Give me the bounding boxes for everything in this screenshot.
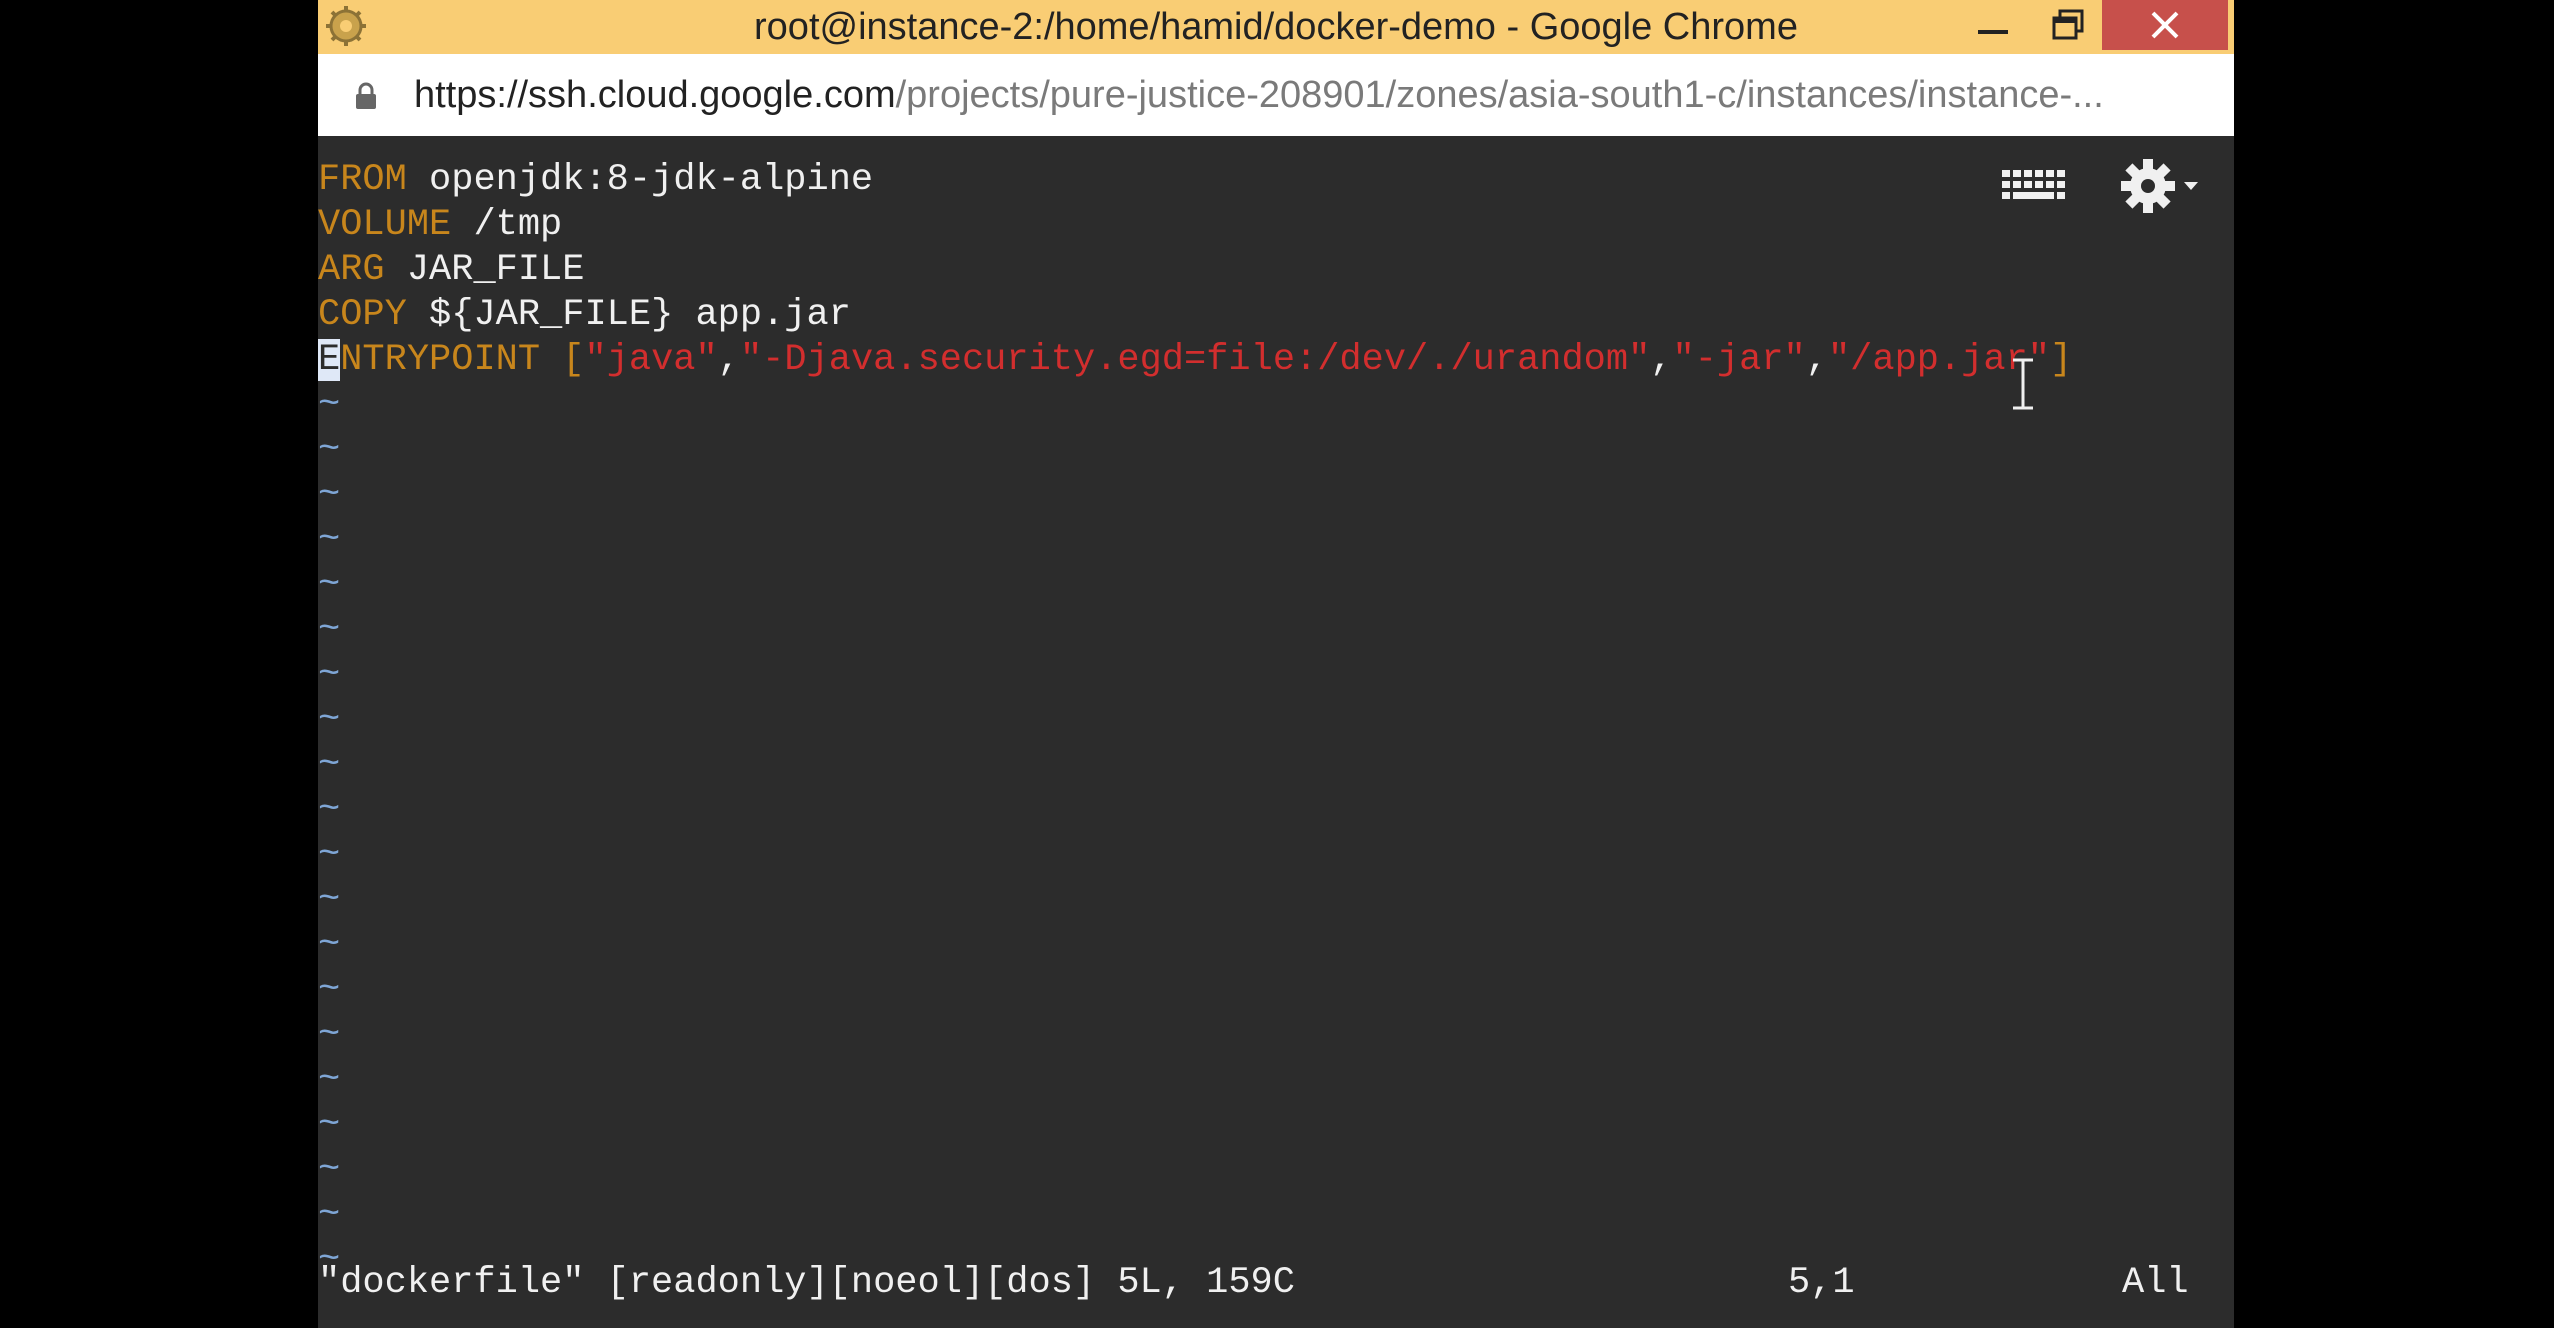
close-button[interactable] xyxy=(2102,0,2228,50)
empty-line-tilde: ~ xyxy=(318,834,341,876)
lock-icon xyxy=(356,82,376,109)
gear-icon[interactable] xyxy=(2118,154,2202,218)
empty-line-tilde: ~ xyxy=(318,564,341,606)
empty-line-tilde: ~ xyxy=(318,744,341,786)
dockerfile-keyword: FROM xyxy=(318,159,407,201)
keyboard-icon[interactable] xyxy=(2000,166,2070,206)
comma: , xyxy=(717,339,740,381)
empty-line-tilde: ~ xyxy=(318,429,341,471)
bracket-open: [ xyxy=(540,339,585,381)
text-cursor-icon xyxy=(2013,358,2033,410)
empty-line-tilde: ~ xyxy=(318,1149,341,1191)
minimize-button[interactable] xyxy=(1958,0,2028,50)
empty-line-tilde: ~ xyxy=(318,1104,341,1146)
code-text: ${JAR_FILE} app.jar xyxy=(406,294,851,336)
comma: , xyxy=(1650,339,1673,381)
url-host: https://ssh.cloud.google.com xyxy=(414,74,896,116)
dockerfile-keyword: ARG xyxy=(318,249,385,291)
window-title: root@instance-2:/home/hamid/docker-demo … xyxy=(754,6,1798,48)
url-path: /projects/pure-justice-208901/zones/asia… xyxy=(895,74,2104,116)
code-text: /tmp xyxy=(451,204,563,246)
comma: , xyxy=(1805,339,1828,381)
code-text: JAR_FILE xyxy=(384,249,585,291)
empty-line-tilde: ~ xyxy=(318,1059,341,1101)
empty-line-tilde: ~ xyxy=(318,384,341,426)
string-literal: "-Djava.security.egd=file:/dev/./urandom… xyxy=(739,339,1651,381)
empty-line-tilde: ~ xyxy=(318,474,341,516)
code-text: openjdk:8-jdk-alpine xyxy=(406,159,874,201)
minimize-icon xyxy=(1978,30,2008,34)
empty-line-tilde: ~ xyxy=(318,1014,341,1056)
empty-line-tilde: ~ xyxy=(318,609,341,651)
restore-icon xyxy=(2052,9,2084,40)
browser-window: root@instance-2:/home/hamid/docker-demo … xyxy=(318,0,2234,1328)
code-line: ARG JAR_FILE xyxy=(318,248,584,293)
address-bar[interactable]: https://ssh.cloud.google.com/projects/pu… xyxy=(318,54,2234,137)
cursor-position: 5,1 xyxy=(1788,1262,1855,1304)
bracket-close: ] xyxy=(2050,339,2073,381)
code-line-entrypoint: ENTRYPOINT ["java","-Djava.security.egd=… xyxy=(318,338,2072,383)
restore-button[interactable] xyxy=(2030,0,2106,50)
scroll-indicator: All xyxy=(2122,1262,2189,1304)
dockerfile-keyword: NTRYPOINT xyxy=(340,339,541,381)
string-literal: "java" xyxy=(584,339,718,381)
empty-line-tilde: ~ xyxy=(318,789,341,831)
vim-status-message: "dockerfile" [readonly][noeol][dos] 5L, … xyxy=(318,1262,1295,1304)
dockerfile-keyword: VOLUME xyxy=(318,204,452,246)
empty-line-tilde: ~ xyxy=(318,699,341,741)
code-line: VOLUME /tmp xyxy=(318,203,562,248)
terminal-area[interactable]: FROM openjdk:8-jdk-alpine VOLUME /tmp ARG … xyxy=(318,136,2234,1328)
text-cursor-block: E xyxy=(318,339,341,381)
empty-line-tilde: ~ xyxy=(318,654,341,696)
empty-line-tilde: ~ xyxy=(318,924,341,966)
empty-line-tilde: ~ xyxy=(318,969,341,1011)
empty-line-tilde: ~ xyxy=(318,519,341,561)
url-text[interactable]: https://ssh.cloud.google.com/projects/pu… xyxy=(414,54,2104,136)
empty-line-tilde: ~ xyxy=(318,879,341,921)
code-line: COPY ${JAR_FILE} app.jar xyxy=(318,293,851,338)
string-literal: "-jar" xyxy=(1672,339,1806,381)
empty-line-tilde: ~ xyxy=(318,1194,341,1236)
title-bar[interactable]: root@instance-2:/home/hamid/docker-demo … xyxy=(318,0,2234,54)
close-icon xyxy=(2151,11,2179,39)
dockerfile-keyword: COPY xyxy=(318,294,407,336)
code-line: FROM openjdk:8-jdk-alpine xyxy=(318,158,873,203)
